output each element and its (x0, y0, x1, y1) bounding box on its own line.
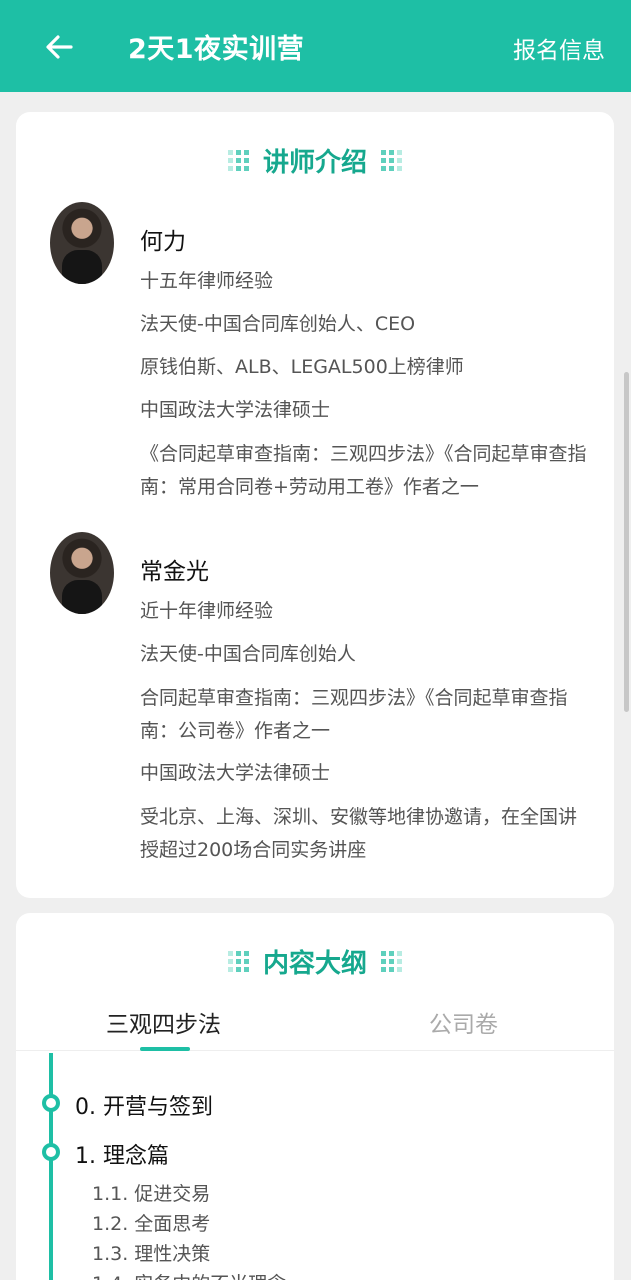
timeline-node (42, 1094, 60, 1112)
timeline-node (42, 1143, 60, 1161)
chapter-subitem[interactable]: 1.3. 理性决策 (92, 1239, 210, 1266)
tab-three-views-four-steps[interactable]: 三观四步法 (106, 1005, 221, 1039)
dot-grid-icon (227, 951, 249, 972)
avatar (50, 532, 114, 614)
registration-info-button[interactable]: 报名信息 (513, 31, 605, 65)
lecturer-bio-line: 原钱伯斯、ALB、LEGAL500上榜律师 (140, 356, 464, 378)
outline-section-header: 内容大纲 (16, 943, 614, 980)
lecturer-bio-line: 法天使-中国合同库创始人 (140, 643, 356, 665)
lecturer-bio-line: 十五年律师经验 (140, 270, 274, 292)
lecturer-bio-line: 近十年律师经验 (140, 600, 274, 622)
chapter-title[interactable]: 1. 理念篇 (75, 1138, 169, 1170)
lecturer-name: 何力 (140, 229, 186, 255)
active-tab-indicator (140, 1047, 190, 1051)
top-app-bar: 2天1夜实训营 报名信息 (0, 0, 631, 92)
lecturer-bio-line: 中国政法大学法律硕士 (140, 399, 331, 421)
page-title: 2天1夜实训营 (128, 34, 305, 65)
scrollbar[interactable] (624, 372, 629, 712)
back-button[interactable] (38, 26, 80, 68)
lecturer-bio-line: 中国政法大学法律硕士 (140, 762, 331, 784)
outline-tabs: 三观四步法 公司卷 (16, 993, 614, 1051)
timeline-line (49, 1053, 53, 1280)
chapter-subitem[interactable]: 1.2. 全面思考 (92, 1209, 210, 1236)
tab-company-volume[interactable]: 公司卷 (429, 1005, 498, 1039)
lecturer-bio-line: 法天使-中国合同库创始人、CEO (140, 313, 416, 335)
outline-card: 内容大纲 三观四步法 公司卷 0. 开营与签到 1. 理念篇 1.1. 促进交易… (16, 913, 614, 1280)
chapter-subitem[interactable]: 1.4. 实务中的不当理念 (92, 1269, 286, 1280)
lecturers-section-title: 讲师介绍 (262, 148, 367, 178)
arrow-left-icon (46, 35, 73, 59)
lecturer-bio-line: 受北京、上海、深圳、安徽等地律协邀请，在全国讲授超过200场合同实务讲座 (140, 806, 578, 861)
dot-grid-icon (227, 150, 249, 171)
lecturer-name: 常金光 (140, 559, 209, 585)
chapter-subitem[interactable]: 1.1. 促进交易 (92, 1179, 210, 1206)
dot-grid-icon (381, 150, 402, 171)
lecturer-bio-line: 合同起草审查指南：三观四步法》《合同起草审查指南：公司卷》作者之一 (140, 687, 568, 742)
outline-section-title: 内容大纲 (262, 949, 367, 979)
chapter-title[interactable]: 0. 开营与签到 (75, 1089, 213, 1121)
lecturers-card: 讲师介绍 何力 十五年律师经验 法天使-中国合同库创始人、CEO 原钱伯斯、AL… (16, 112, 614, 898)
avatar (50, 202, 114, 284)
lecturers-section-header: 讲师介绍 (16, 142, 614, 179)
dot-grid-icon (381, 951, 402, 972)
lecturer-bio-line: 《合同起草审查指南：三观四步法》《合同起草审查指南：常用合同卷+劳动用工卷》作者… (140, 443, 587, 498)
